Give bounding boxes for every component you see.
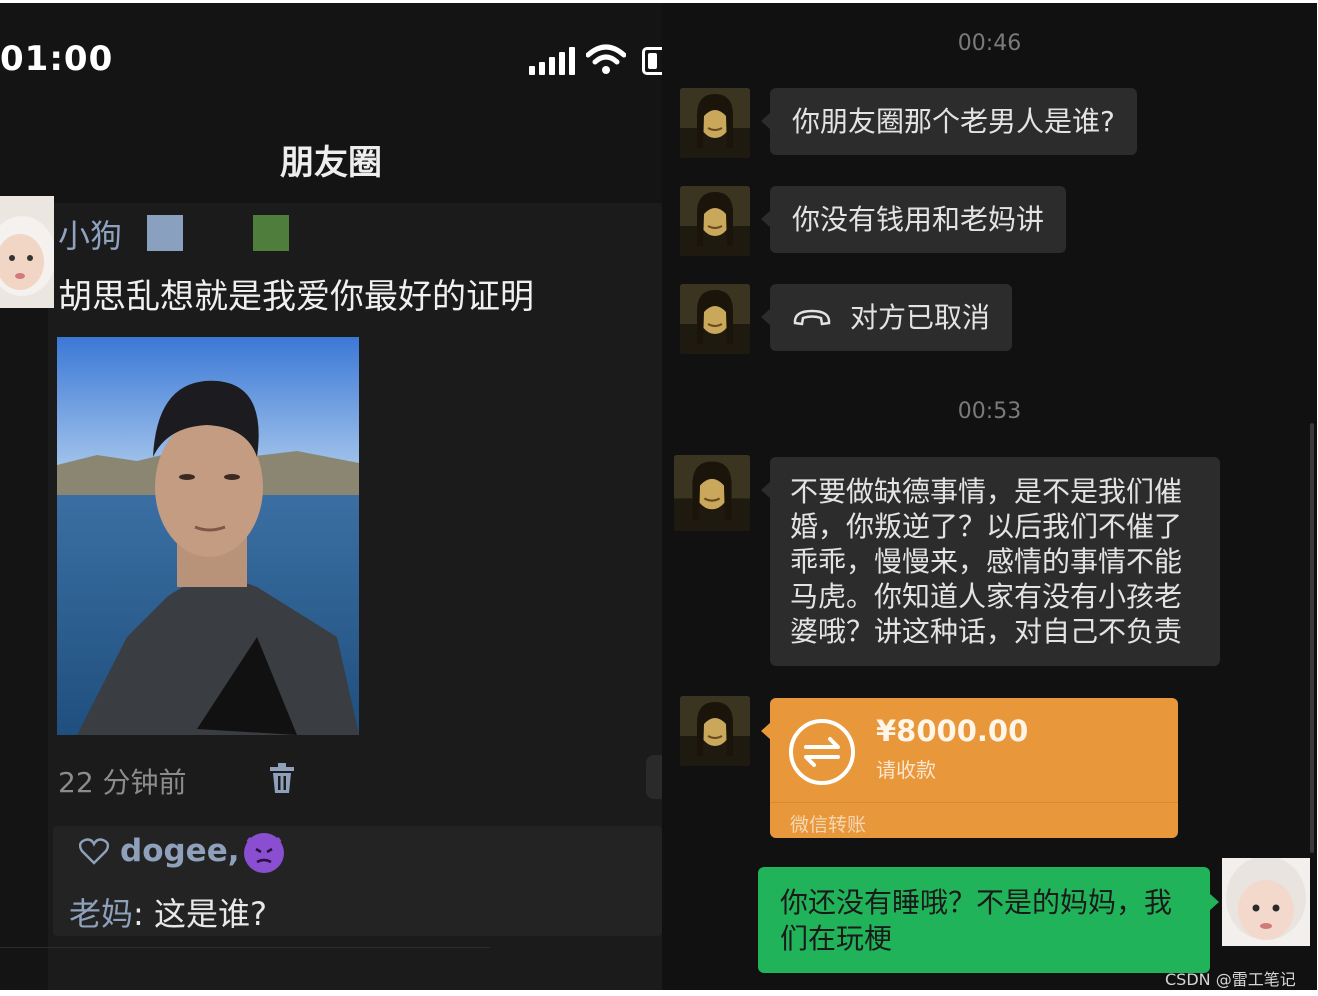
likers-list[interactable]: dogee, — [120, 833, 240, 869]
message-bubble[interactable]: 你朋友圈那个老男人是谁? — [761, 88, 1137, 155]
sent-message-bubble[interactable]: 你还没有睡哦？不是的妈妈，我们在玩梗 — [758, 867, 1219, 973]
poster-name[interactable]: 小狗 — [58, 211, 122, 257]
message-text: 你朋友圈那个老男人是谁? — [792, 105, 1115, 138]
message-bubble[interactable]: 你没有钱用和老妈讲 — [760, 186, 1067, 253]
divider — [0, 947, 490, 948]
signal-icon — [529, 47, 575, 75]
censor-block — [253, 215, 289, 251]
censor-block — [147, 215, 183, 251]
post-time: 22 分钟前 — [58, 766, 187, 799]
comment-text: 这是谁? — [153, 895, 267, 933]
watermark: CSDN @雷工笔记 — [1165, 970, 1296, 989]
message-text: 你还没有睡哦？不是的妈妈，我们在玩梗 — [780, 886, 1173, 955]
page-title: 朋友圈 — [280, 143, 382, 183]
divider — [770, 802, 1178, 803]
chat-timestamp: 00:53 — [957, 399, 1022, 424]
comment-handle[interactable] — [646, 755, 662, 799]
transfer-amount: ¥8000.00 — [876, 714, 1029, 748]
contact-avatar[interactable] — [680, 186, 750, 256]
chat-screen: 00:46 你朋友圈那个老男人是谁? 你没有钱用和老妈讲 对方已取消 00:53… — [662, 3, 1317, 990]
call-status-text: 对方已取消 — [850, 301, 991, 334]
scrollbar[interactable] — [1310, 423, 1314, 853]
contact-avatar[interactable] — [674, 455, 750, 531]
call-bubble[interactable]: 对方已取消 — [760, 284, 1013, 351]
user-avatar[interactable] — [1222, 858, 1310, 946]
chat-timestamp: 00:46 — [957, 31, 1022, 56]
post-photo[interactable] — [57, 337, 359, 735]
phone-hangup-icon — [793, 309, 831, 325]
comment-author[interactable]: 老妈 — [69, 895, 133, 933]
moments-screen: 01:00 朋友圈 小狗 胡思乱想就是我爱你最好的证明 22 分钟前 dogee… — [0, 3, 662, 990]
wifi-icon — [586, 44, 626, 74]
contact-avatar[interactable] — [680, 88, 750, 158]
heart-icon — [79, 838, 109, 865]
transfer-footer: 微信转账 — [790, 814, 867, 836]
transfer-icon — [789, 719, 855, 785]
message-text: 你没有钱用和老妈讲 — [792, 203, 1045, 236]
post-text: 胡思乱想就是我爱你最好的证明 — [58, 277, 534, 317]
contact-avatar[interactable] — [680, 696, 750, 766]
devil-emoji-icon — [244, 833, 284, 873]
message-bubble[interactable]: 不要做缺德事情，是不是我们催婚，你叛逆了？以后我们不催了乖乖，慢慢来，感情的事情… — [761, 457, 1220, 666]
battery-icon — [642, 47, 662, 75]
comment[interactable]: 老妈: 这是谁? — [69, 889, 267, 935]
transfer-status: 请收款 — [876, 758, 936, 782]
message-text: 不要做缺德事情，是不是我们催婚，你叛逆了？以后我们不催了乖乖，慢慢来，感情的事情… — [790, 475, 1183, 648]
comment-separator: : — [133, 895, 154, 933]
transfer-card[interactable]: ¥8000.00 请收款 微信转账 — [761, 698, 1178, 838]
contact-avatar[interactable] — [680, 284, 750, 354]
trash-icon[interactable] — [268, 763, 296, 795]
poster-avatar[interactable] — [0, 196, 54, 308]
status-time: 01:00 — [0, 39, 114, 79]
